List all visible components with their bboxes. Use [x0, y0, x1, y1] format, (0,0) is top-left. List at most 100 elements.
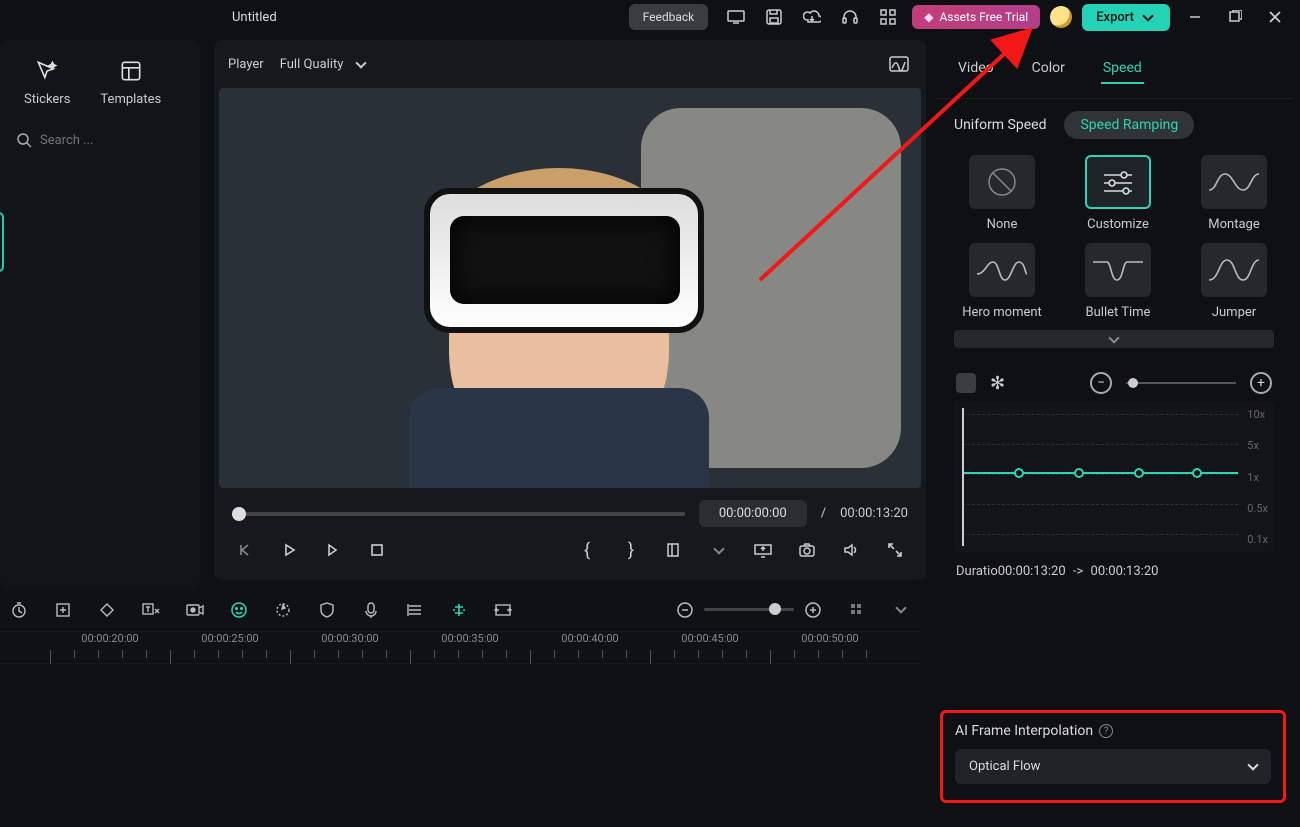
track-layout-icon[interactable]: [846, 599, 868, 621]
time-current: 00:00:00:00: [699, 500, 807, 527]
preset-jumper[interactable]: Jumper: [1188, 243, 1280, 321]
bullet-curve-icon: [1091, 254, 1145, 286]
jumper-curve-icon: [1207, 254, 1261, 286]
zoom-in-timeline[interactable]: [802, 599, 824, 621]
selected-category-indicator: [0, 212, 4, 272]
media-sidebar: Stickers Templates •••: [0, 40, 200, 588]
preset-customize[interactable]: Customize: [1072, 155, 1164, 233]
graph-y-ticks: 10x 5x 1x 0.5x 0.1x: [1247, 408, 1268, 546]
preset-none[interactable]: None: [956, 155, 1048, 233]
screen-icon[interactable]: [722, 3, 750, 31]
export-button[interactable]: Export: [1082, 4, 1170, 31]
preset-hero[interactable]: Hero moment: [956, 243, 1048, 321]
export-label: Export: [1096, 10, 1134, 25]
cloud-down-icon[interactable]: [798, 3, 826, 31]
scrub-track[interactable]: [232, 512, 685, 516]
ramp-key-3[interactable]: [1134, 468, 1144, 478]
play-button[interactable]: [276, 537, 302, 563]
uniform-speed-button[interactable]: Uniform Speed: [954, 117, 1046, 133]
tab-stickers[interactable]: Stickers: [24, 58, 70, 107]
ai-title: AI Frame Interpolation: [955, 723, 1093, 739]
expand-presets[interactable]: [954, 330, 1274, 348]
quality-select[interactable]: Full Quality: [280, 57, 366, 72]
freeze-frame-icon[interactable]: ✻: [990, 373, 1005, 394]
video-preview[interactable]: [219, 88, 921, 488]
sliders-icon: [1100, 167, 1136, 197]
tab-templates[interactable]: Templates: [100, 58, 161, 107]
duration-to: 00:00:13:20: [1091, 564, 1159, 579]
preset-jumper-label: Jumper: [1212, 305, 1256, 321]
fit-width-icon[interactable]: [492, 599, 514, 621]
shield-icon[interactable]: [316, 599, 338, 621]
chevron-down-icon[interactable]: [890, 599, 912, 621]
window-maximize[interactable]: [1220, 2, 1250, 32]
stopwatch-icon[interactable]: [8, 599, 30, 621]
headset-icon[interactable]: [836, 3, 864, 31]
stop-button[interactable]: [364, 537, 390, 563]
ramp-key-1[interactable]: [1014, 468, 1024, 478]
keyframe-toggle[interactable]: [956, 373, 976, 393]
preset-montage[interactable]: Montage: [1188, 155, 1280, 233]
zoom-slider[interactable]: [704, 608, 794, 611]
crop-fit-icon[interactable]: [52, 599, 74, 621]
graph-playhead[interactable]: [962, 408, 964, 546]
preset-bullet[interactable]: Bullet Time: [1072, 243, 1164, 321]
fullscreen-icon[interactable]: [882, 537, 908, 563]
graph-zoom-slider[interactable]: [1126, 382, 1236, 384]
zoom-out-timeline[interactable]: [674, 599, 696, 621]
mark-out-icon[interactable]: }: [618, 537, 644, 563]
feedback-button[interactable]: Feedback: [629, 4, 709, 30]
zoom-out-graph[interactable]: −: [1090, 372, 1112, 394]
search-input[interactable]: [40, 133, 206, 148]
keyframe-diamond-icon[interactable]: [96, 599, 118, 621]
record-cam-icon[interactable]: [184, 599, 206, 621]
ramp-key-2[interactable]: [1074, 468, 1084, 478]
speed-ramping-button[interactable]: Speed Ramping: [1064, 111, 1194, 139]
display-out-icon[interactable]: [750, 537, 776, 563]
window-close[interactable]: [1260, 2, 1290, 32]
window-minimize[interactable]: [1180, 2, 1210, 32]
ruler-label: 00:00:30:00: [321, 632, 378, 645]
ai-frame-interpolation-section: AI Frame Interpolation ? Optical Flow: [940, 710, 1286, 803]
magnet-cut-icon[interactable]: [448, 599, 470, 621]
timeline-ruler[interactable]: 00:00:20:0000:00:25:0000:00:30:0000:00:3…: [0, 632, 920, 664]
speed-ramp-graph[interactable]: 10x 5x 1x 0.5x 0.1x: [954, 402, 1274, 552]
text-tool-icon[interactable]: [140, 599, 162, 621]
volume-icon[interactable]: [838, 537, 864, 563]
save-icon[interactable]: [760, 3, 788, 31]
tracks-icon[interactable]: [404, 599, 426, 621]
mic-icon[interactable]: [360, 599, 382, 621]
theme-icon[interactable]: [1050, 6, 1072, 28]
snapshot-icon[interactable]: [794, 537, 820, 563]
preset-bullet-label: Bullet Time: [1086, 305, 1151, 321]
assets-trial-button[interactable]: ◆ Assets Free Trial: [912, 5, 1040, 29]
montage-curve-icon: [1207, 166, 1261, 198]
zoom-slider-head[interactable]: [769, 603, 781, 615]
duration-arrow: ->: [1073, 564, 1083, 579]
titlebar: Untitled Feedback ◆ Assets Free Trial Ex…: [0, 0, 1300, 34]
tick-0-5x: 0.5x: [1247, 502, 1268, 515]
prev-frame-button[interactable]: [232, 537, 258, 563]
ramp-key-4[interactable]: [1192, 468, 1202, 478]
help-icon[interactable]: ?: [1099, 724, 1113, 738]
time-sep: /: [821, 506, 826, 521]
motion-icon[interactable]: [272, 599, 294, 621]
face-smile-icon[interactable]: [228, 599, 250, 621]
tab-stickers-label: Stickers: [24, 92, 70, 107]
chevron-down-icon[interactable]: [706, 537, 732, 563]
tab-speed[interactable]: Speed: [1101, 54, 1144, 84]
tab-video[interactable]: Video: [956, 54, 996, 84]
scope-icon[interactable]: [886, 51, 912, 77]
play-forward-button[interactable]: [320, 537, 346, 563]
mark-in-icon[interactable]: {: [574, 537, 600, 563]
ruler-label: 00:00:50:00: [801, 632, 858, 645]
apps-grid-icon[interactable]: [874, 3, 902, 31]
tab-color[interactable]: Color: [1030, 54, 1067, 84]
crop-ratio-icon[interactable]: [662, 537, 688, 563]
ai-method-select[interactable]: Optical Flow: [955, 749, 1271, 784]
none-icon: [985, 165, 1019, 199]
tick-0-1x: 0.1x: [1247, 533, 1268, 546]
scrub-playhead[interactable]: [232, 507, 246, 521]
ruler-label: 00:00:45:00: [681, 632, 738, 645]
zoom-in-graph[interactable]: +: [1250, 372, 1272, 394]
